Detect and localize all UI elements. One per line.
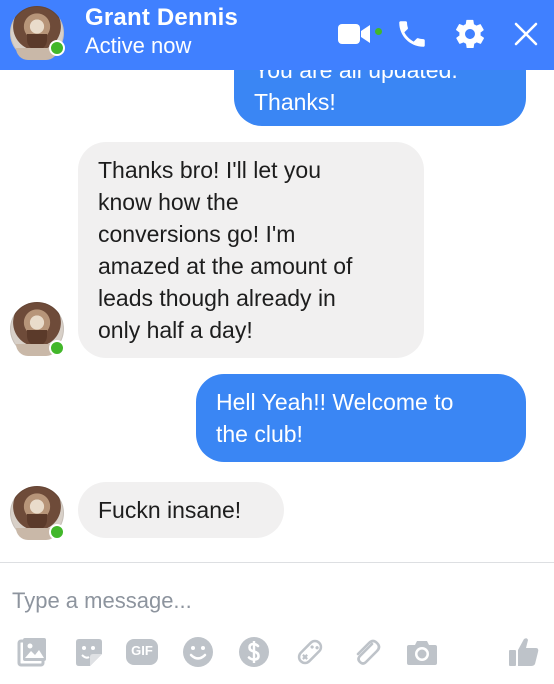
message-line: Fuckn insane!	[98, 497, 242, 523]
message-line: Thanks!	[254, 89, 336, 115]
gif-icon[interactable]: GIF	[124, 634, 160, 670]
message-bubble-outgoing[interactable]: Hell Yeah!! Welcome to the club!	[196, 374, 526, 462]
message-line: conversions go! I'm	[98, 221, 296, 247]
phone-icon[interactable]	[392, 14, 432, 54]
message-line: the club!	[216, 421, 303, 447]
message-line: amazed at the amount of	[98, 253, 353, 279]
message-line: Hell Yeah!! Welcome to	[216, 389, 454, 415]
video-online-dot	[375, 28, 382, 35]
camera-icon[interactable]	[404, 634, 440, 670]
online-indicator	[49, 340, 65, 356]
payment-icon[interactable]	[236, 634, 272, 670]
emoji-icon[interactable]	[180, 634, 216, 670]
online-indicator	[49, 524, 65, 540]
contact-name[interactable]: Grant Dennis	[85, 4, 238, 32]
game-icon[interactable]	[292, 634, 328, 670]
message-line: know how the	[98, 189, 239, 215]
message-line: You are all updated.	[254, 70, 458, 83]
sticker-icon[interactable]	[70, 634, 106, 670]
gear-icon[interactable]	[450, 14, 490, 54]
close-icon[interactable]	[506, 14, 546, 54]
video-call-icon[interactable]	[334, 14, 374, 54]
message-line: leads though already in	[98, 285, 336, 311]
photo-icon[interactable]	[14, 634, 50, 670]
message-list[interactable]: You are all updated. Thanks! Thanks bro!…	[0, 70, 554, 562]
composer-divider	[0, 562, 554, 563]
message-line: only half a day!	[98, 317, 253, 343]
gif-label: GIF	[131, 643, 153, 658]
contact-status: Active now	[85, 33, 192, 58]
message-bubble-outgoing[interactable]: You are all updated. Thanks!	[234, 70, 526, 126]
message-bubble-incoming[interactable]: Fuckn insane!	[78, 482, 284, 538]
message-input[interactable]: Type a message...	[12, 588, 192, 614]
chat-header: Grant Dennis Active now	[0, 0, 554, 70]
online-indicator	[49, 40, 65, 56]
like-icon[interactable]	[506, 634, 542, 670]
attachment-icon[interactable]	[348, 634, 384, 670]
message-line: Thanks bro! I'll let you	[98, 157, 321, 183]
message-bubble-incoming[interactable]: Thanks bro! I'll let you know how the co…	[78, 142, 424, 358]
